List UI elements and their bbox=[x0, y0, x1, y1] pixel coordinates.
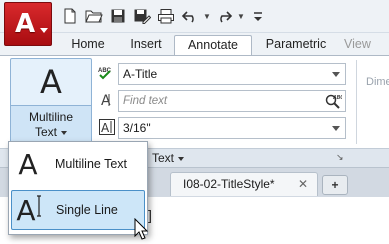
panel-divider bbox=[356, 60, 357, 144]
drawing-fragment: ] bbox=[148, 207, 152, 223]
chevron-down-icon bbox=[332, 126, 340, 131]
find-text-placeholder: Find text bbox=[123, 95, 168, 107]
new-icon[interactable] bbox=[60, 7, 80, 25]
customize-icon[interactable] bbox=[248, 7, 268, 25]
dialog-launcher-icon[interactable]: ↘ bbox=[336, 152, 344, 163]
multiline-label: Multiline bbox=[28, 110, 73, 124]
tab-parametric[interactable]: Parametric bbox=[256, 35, 336, 55]
save-icon[interactable] bbox=[108, 7, 128, 25]
chevron-down-icon bbox=[40, 28, 48, 33]
redo-dropdown-icon[interactable]: ▼ bbox=[237, 7, 245, 25]
find-text-icon: A bbox=[98, 91, 116, 109]
spell-check-icon[interactable]: ABC bbox=[98, 64, 116, 82]
chevron-down-icon bbox=[178, 156, 185, 161]
quick-access-toolbar: ▼ ▼ bbox=[0, 0, 389, 33]
open-icon[interactable] bbox=[84, 7, 104, 25]
undo-icon[interactable] bbox=[180, 7, 200, 25]
save-as-icon[interactable] bbox=[132, 7, 152, 25]
text-dropdown-menu: A Multiline Text A Single Line bbox=[8, 141, 148, 235]
mouse-pointer-icon bbox=[134, 217, 149, 243]
svg-text:A: A bbox=[101, 121, 110, 135]
chevron-down-icon bbox=[61, 130, 67, 135]
menu-item-label: Single Line bbox=[56, 203, 118, 217]
menu-item-single-line[interactable]: A Single Line bbox=[11, 190, 145, 230]
redo-icon[interactable] bbox=[214, 7, 234, 25]
text-style-select[interactable]: A-Title bbox=[118, 63, 346, 85]
text-height-select[interactable]: 3/16" bbox=[118, 117, 346, 139]
menu-item-label: Multiline Text bbox=[55, 157, 128, 171]
application-menu-button[interactable]: A bbox=[4, 2, 52, 46]
single-line-glyph: A bbox=[16, 193, 36, 227]
text-label: Text bbox=[34, 125, 57, 139]
multiline-text-icon: A bbox=[40, 63, 62, 101]
single-line-text-icon: A bbox=[12, 194, 46, 227]
tab-insert[interactable]: Insert bbox=[122, 35, 170, 55]
find-text-input[interactable]: Find text ABC bbox=[118, 90, 346, 112]
app-logo: A bbox=[15, 9, 36, 39]
find-replace-icon[interactable]: ABC bbox=[323, 92, 343, 110]
text-style-value: A-Title bbox=[123, 67, 158, 81]
plot-icon[interactable] bbox=[156, 7, 176, 25]
panel-title-label: Text bbox=[152, 151, 175, 165]
dimension-label: Dime bbox=[366, 76, 389, 88]
undo-dropdown-icon[interactable]: ▼ bbox=[203, 7, 211, 25]
text-panel-title[interactable]: Text bbox=[152, 151, 185, 165]
document-tab[interactable]: I08-02-TitleStyle* ✕ bbox=[170, 172, 318, 196]
tab-home[interactable]: Home bbox=[62, 35, 114, 55]
ribbon-tabs: Home Insert Annotate Parametric View bbox=[0, 33, 389, 55]
multiline-text-button[interactable]: A Multiline Text bbox=[10, 58, 92, 150]
tab-view[interactable]: View bbox=[344, 35, 384, 55]
multiline-text-icon: A bbox=[18, 147, 38, 181]
new-tab-button[interactable]: + bbox=[322, 175, 348, 195]
text-height-value: 3/16" bbox=[123, 121, 151, 135]
text-height-icon: A bbox=[98, 118, 116, 136]
svg-text:ABC: ABC bbox=[332, 95, 342, 101]
tab-annotate[interactable]: Annotate bbox=[174, 35, 252, 55]
qat-icons: ▼ ▼ bbox=[60, 7, 268, 25]
menu-item-multiline-text[interactable]: A Multiline Text bbox=[11, 144, 145, 184]
document-tab-title: I08-02-TitleStyle* bbox=[183, 177, 275, 191]
text-cursor-icon bbox=[36, 194, 41, 217]
close-icon[interactable]: ✕ bbox=[298, 173, 308, 195]
chevron-down-icon bbox=[332, 72, 340, 77]
